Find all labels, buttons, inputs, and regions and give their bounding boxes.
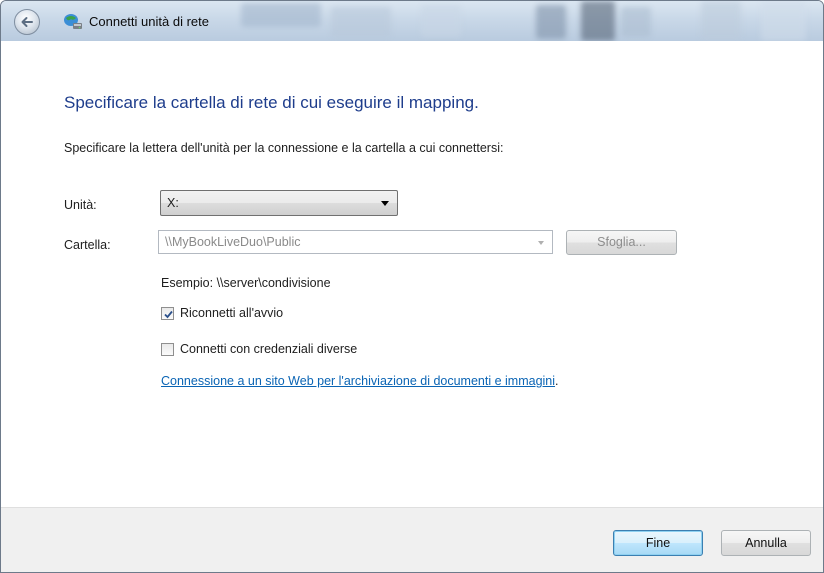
reconnect-label: Riconnetti all'avvio bbox=[180, 306, 284, 320]
credentials-label: Connetti con credenziali diverse bbox=[180, 342, 358, 356]
credentials-checkbox[interactable] bbox=[161, 343, 174, 356]
folder-path-value: \\MyBookLiveDuo\Public bbox=[165, 235, 301, 249]
checkmark-icon bbox=[164, 310, 173, 319]
finish-button[interactable]: Fine bbox=[613, 530, 703, 556]
reconnect-checkbox[interactable] bbox=[161, 307, 174, 320]
web-storage-link[interactable]: Connessione a un sito Web per l'archivia… bbox=[161, 374, 559, 388]
dialog-footer: Fine Annulla bbox=[1, 507, 823, 572]
dropdown-arrow-icon bbox=[381, 201, 389, 206]
instruction-text: Specificare la lettera dell'unità per la… bbox=[64, 141, 504, 155]
window-title: Connetti unità di rete bbox=[89, 14, 209, 29]
dialog-content: Specificare la cartella di rete di cui e… bbox=[1, 41, 823, 507]
title-bar: Connetti unità di rete bbox=[1, 1, 823, 41]
drive-label: Unità: bbox=[64, 198, 97, 212]
example-text: Esempio: \\server\condivisione bbox=[161, 276, 331, 290]
drive-letter-dropdown[interactable]: X: bbox=[160, 190, 398, 216]
combobox-arrow-icon bbox=[538, 241, 544, 245]
drive-letter-value: X: bbox=[167, 196, 179, 210]
back-button[interactable] bbox=[14, 9, 40, 35]
link-suffix: . bbox=[555, 374, 559, 388]
back-arrow-icon bbox=[21, 17, 33, 27]
browse-button[interactable]: Sfoglia... bbox=[566, 230, 677, 255]
page-heading: Specificare la cartella di rete di cui e… bbox=[64, 93, 479, 112]
cancel-button[interactable]: Annulla bbox=[721, 530, 811, 556]
web-storage-link-text[interactable]: Connessione a un sito Web per l'archivia… bbox=[161, 374, 555, 388]
network-drive-icon bbox=[64, 14, 82, 29]
folder-combobox[interactable]: \\MyBookLiveDuo\Public bbox=[158, 230, 553, 254]
dialog-window: Connetti unità di rete Specificare la ca… bbox=[0, 0, 824, 573]
folder-label: Cartella: bbox=[64, 238, 111, 252]
